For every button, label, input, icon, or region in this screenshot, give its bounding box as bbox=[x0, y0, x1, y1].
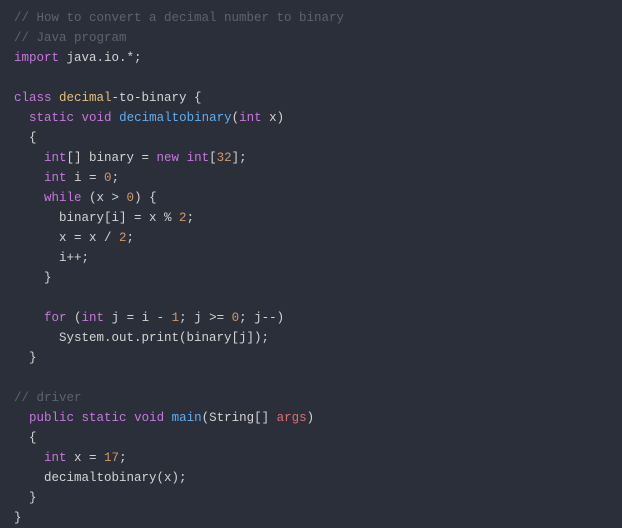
array-decl: [] binary = bbox=[67, 151, 157, 165]
method-name: decimaltobinary bbox=[119, 111, 232, 125]
brace: { bbox=[29, 131, 37, 145]
keyword-new: new bbox=[157, 151, 180, 165]
semicolon: ; bbox=[127, 231, 135, 245]
number-literal: 2 bbox=[119, 231, 127, 245]
keyword-int: int bbox=[82, 311, 105, 325]
keyword-int: int bbox=[187, 151, 210, 165]
number-literal: 0 bbox=[127, 191, 135, 205]
number-literal: 0 bbox=[232, 311, 240, 325]
number-literal: 32 bbox=[217, 151, 232, 165]
param-args: args bbox=[277, 411, 307, 425]
paren-open: ( bbox=[67, 311, 82, 325]
var-decl: i = bbox=[67, 171, 105, 185]
brace: { bbox=[29, 431, 37, 445]
brace: } bbox=[29, 351, 37, 365]
keyword-void: void bbox=[82, 111, 112, 125]
semicolon: ; bbox=[112, 171, 120, 185]
increment: i++; bbox=[59, 251, 89, 265]
comment-line: // Java program bbox=[14, 31, 127, 45]
keyword-import: import bbox=[14, 51, 59, 65]
keyword-int: int bbox=[44, 171, 67, 185]
number-literal: 1 bbox=[172, 311, 180, 325]
brace: } bbox=[14, 511, 22, 525]
number-literal: 17 bbox=[104, 451, 119, 465]
condition-close: ) { bbox=[134, 191, 157, 205]
keyword-void: void bbox=[134, 411, 164, 425]
number-literal: 2 bbox=[179, 211, 187, 225]
keyword-static: static bbox=[82, 411, 127, 425]
keyword-static: static bbox=[29, 111, 74, 125]
condition: (x > bbox=[82, 191, 127, 205]
semicolon: ; bbox=[119, 451, 127, 465]
bracket: [ bbox=[209, 151, 217, 165]
brace: } bbox=[29, 491, 37, 505]
keyword-int: int bbox=[44, 451, 67, 465]
for-init: j = i - bbox=[104, 311, 172, 325]
for-iter: ; j--) bbox=[239, 311, 284, 325]
keyword-int: int bbox=[44, 151, 67, 165]
param-name: x) bbox=[262, 111, 285, 125]
keyword-class: class bbox=[14, 91, 52, 105]
main-params: (String[] bbox=[202, 411, 277, 425]
method-main: main bbox=[172, 411, 202, 425]
comment-line: // How to convert a decimal number to bi… bbox=[14, 11, 344, 25]
assignment: x = x / bbox=[59, 231, 119, 245]
assignment: binary[i] = x % bbox=[59, 211, 179, 225]
for-cond: ; j >= bbox=[179, 311, 232, 325]
comment-line: // driver bbox=[14, 391, 82, 405]
method-call: decimaltobinary(x); bbox=[44, 471, 187, 485]
code-editor: // How to convert a decimal number to bi… bbox=[14, 8, 608, 528]
paren-close: ) bbox=[307, 411, 315, 425]
keyword-int: int bbox=[239, 111, 262, 125]
var-decl: x = bbox=[67, 451, 105, 465]
paren-open: ( bbox=[232, 111, 240, 125]
number-literal: 0 bbox=[104, 171, 112, 185]
keyword-for: for bbox=[44, 311, 67, 325]
class-name: decimal bbox=[52, 91, 112, 105]
package-path: java.io.*; bbox=[59, 51, 142, 65]
sysout-call: System.out.print(binary[j]); bbox=[59, 331, 269, 345]
bracket-close: ]; bbox=[232, 151, 247, 165]
keyword-while: while bbox=[44, 191, 82, 205]
brace: } bbox=[44, 271, 52, 285]
keyword-public: public bbox=[29, 411, 74, 425]
class-name-suffix: -to-binary { bbox=[112, 91, 202, 105]
semicolon: ; bbox=[187, 211, 195, 225]
